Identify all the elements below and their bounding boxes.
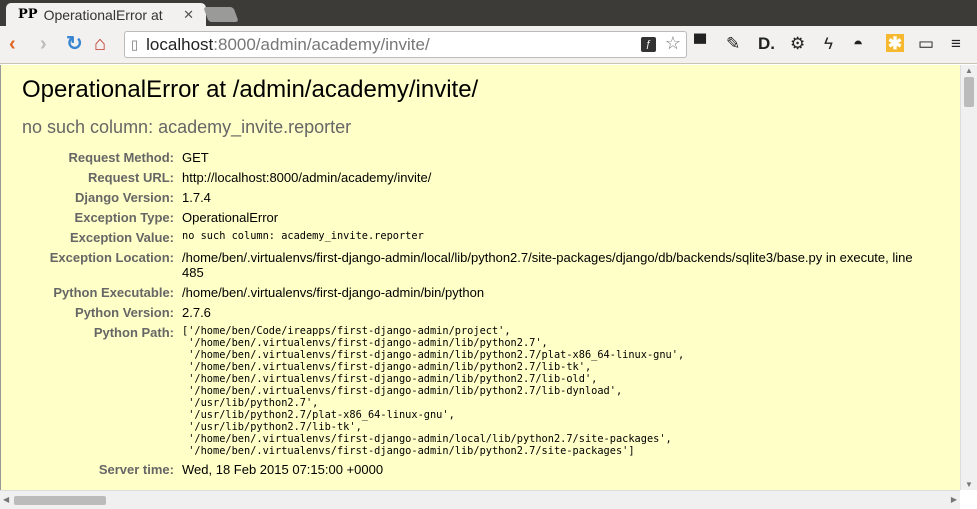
- scrollbar-thumb[interactable]: [14, 496, 106, 505]
- favicon: PP: [18, 7, 38, 22]
- address-bar[interactable]: ▯ localhost:8000/admin/academy/invite/ ƒ…: [124, 31, 687, 58]
- d-extension-icon[interactable]: D.: [758, 34, 775, 54]
- meta-row: Exception Value: no such column: academy_…: [1, 228, 922, 248]
- meta-label: Python Executable:: [53, 285, 174, 300]
- meta-value: /home/ben/.virtualenvs/first-django-admi…: [182, 250, 913, 280]
- star-icon[interactable]: ☆: [665, 33, 681, 54]
- meta-value: http://localhost:8000/admin/academy/invi…: [182, 170, 432, 185]
- meta-value: 2.7.6: [182, 305, 211, 320]
- tab-bar: PP OperationalError at ✕: [0, 0, 977, 26]
- ninja-extension-icon[interactable]: ▀: [694, 34, 706, 54]
- url-path: :8000/admin/academy/invite/: [213, 34, 430, 54]
- meta-label: Python Path:: [93, 325, 174, 340]
- meta-label: Exception Type:: [74, 210, 174, 225]
- meta-label: Python Version:: [75, 305, 174, 320]
- exception-summary: no such column: academy_invite.reporter: [22, 117, 352, 137]
- page-icon: ▯: [131, 36, 139, 52]
- toolbar: ‹ › ↻ ⌂ ▯ localhost:8000/admin/academy/i…: [0, 26, 977, 64]
- reload-icon[interactable]: ↻: [66, 32, 83, 56]
- pin-extension-icon[interactable]: ✎: [726, 34, 740, 54]
- meta-row: Django Version: 1.7.4: [1, 188, 922, 208]
- new-tab-button[interactable]: [203, 7, 239, 22]
- meta-label: Server time:: [98, 462, 174, 477]
- home-icon[interactable]: ⌂: [94, 32, 106, 56]
- meta-value: 1.7.4: [182, 190, 211, 205]
- meta-label: Exception Location:: [49, 250, 174, 265]
- meta-value: GET: [182, 150, 209, 165]
- page-title: OperationalError at /admin/academy/invit…: [22, 76, 479, 103]
- cast-extension-icon[interactable]: ▭: [918, 34, 934, 54]
- meta-value: Wed, 18 Feb 2015 07:15:00 +0000: [182, 462, 384, 477]
- meta-value: /home/ben/.virtualenvs/first-django-admi…: [182, 285, 485, 300]
- gear-extension-icon[interactable]: ⚙: [790, 34, 805, 54]
- meta-value: OperationalError: [182, 210, 279, 225]
- meta-label: Request Method:: [68, 150, 174, 165]
- vertical-scrollbar[interactable]: ▲ ▼: [960, 65, 977, 490]
- bolt-extension-icon[interactable]: ϟ: [824, 34, 833, 54]
- meta-row: Exception Location: /home/ben/.virtualenv…: [1, 248, 922, 283]
- close-icon[interactable]: ✕: [183, 7, 194, 23]
- meta-label: Exception Value:: [69, 230, 174, 245]
- mask-extension-icon[interactable]: ◓: [853, 34, 863, 54]
- meta-row: Server time: Wed, 18 Feb 2015 07:15:00 +0…: [1, 460, 922, 480]
- scroll-down-icon[interactable]: ▼: [965, 480, 973, 489]
- meta-row: Request Method: GET: [1, 148, 922, 168]
- meta-value-code: no such column: academy_invite.reporter: [182, 230, 424, 242]
- menu-icon[interactable]: ≡: [951, 34, 961, 54]
- url-host: localhost: [146, 34, 214, 54]
- tab-active[interactable]: PP OperationalError at ✕: [6, 3, 206, 26]
- scroll-right-icon[interactable]: ▶: [951, 495, 957, 504]
- forward-icon[interactable]: ›: [40, 32, 47, 56]
- flash-icon[interactable]: ƒ: [641, 37, 656, 52]
- scroll-left-icon[interactable]: ◀: [3, 495, 9, 504]
- error-page: OperationalError at /admin/academy/invit…: [0, 65, 960, 490]
- meta-value-code: ['/home/ben/Code/ireapps/first-django-ad…: [182, 325, 685, 457]
- meta-value: no such column: academy_invite.reporter: [182, 228, 922, 248]
- meta-row: Request URL: http://localhost:8000/admin/…: [1, 168, 922, 188]
- tab-title: OperationalError at: [43, 6, 163, 23]
- meta-label: Django Version:: [75, 190, 174, 205]
- asterisk-extension-icon[interactable]: ✱: [886, 34, 904, 53]
- meta-row: Exception Type: OperationalError: [1, 208, 922, 228]
- meta-label: Request URL:: [88, 170, 174, 185]
- meta-row: Python Path: ['/home/ben/Code/ireapps/fir…: [1, 323, 922, 460]
- scrollbar-thumb[interactable]: [964, 77, 974, 107]
- meta-value: ['/home/ben/Code/ireapps/first-django-ad…: [182, 323, 922, 460]
- back-icon[interactable]: ‹: [9, 32, 16, 56]
- meta-row: Python Executable: /home/ben/.virtualenvs…: [1, 283, 922, 303]
- scroll-up-icon[interactable]: ▲: [965, 66, 973, 75]
- horizontal-scrollbar[interactable]: ◀ ▶: [0, 490, 960, 509]
- request-meta-table: Request Method: GET Request URL: http://loc…: [1, 148, 922, 480]
- meta-row: Python Version: 2.7.6: [1, 303, 922, 323]
